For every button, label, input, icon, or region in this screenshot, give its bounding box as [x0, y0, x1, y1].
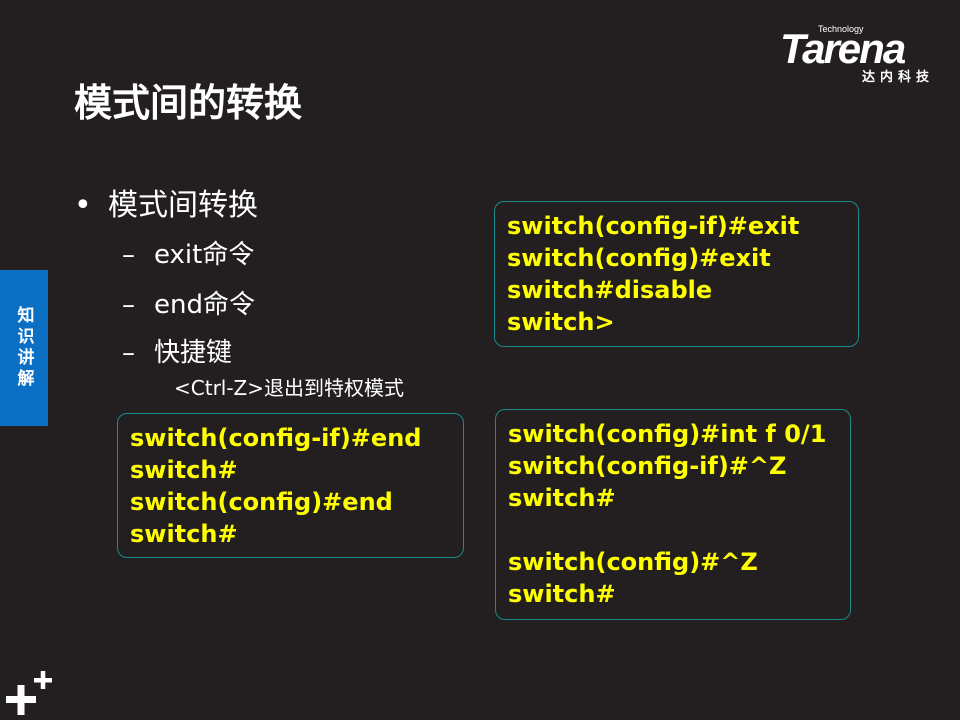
bullet-exit: – exit命令: [122, 234, 254, 271]
bullet-shortcut: – 快捷键: [122, 332, 232, 369]
command-line: switch(config)#int f 0/1: [508, 420, 827, 448]
logo-chinese-text: 达内科技: [862, 70, 935, 85]
command-line: switch(config-if)#end: [130, 424, 422, 452]
end-command-box: switch(config-if)#end switch# switch(con…: [117, 413, 464, 558]
tarena-logo: Technology Tarena 达内科技: [780, 24, 946, 85]
command-line: switch#: [130, 520, 238, 548]
command-line: switch#disable: [507, 276, 713, 304]
slide-title: 模式间的转换: [74, 81, 303, 125]
command-line: switch#: [130, 456, 238, 484]
command-line: switch#: [508, 484, 616, 512]
command-line: switch(config-if)#exit: [507, 212, 800, 240]
bullet-dash: –: [122, 240, 135, 270]
bullet-dot-icon: •: [74, 188, 92, 223]
command-line: switch(config)#^Z: [508, 548, 758, 576]
ctrlz-command-box: switch(config)#int f 0/1 switch(config-i…: [495, 409, 851, 620]
bullet-end-text: end命令: [154, 290, 255, 320]
command-line: [508, 514, 838, 546]
exit-command-box: switch(config-if)#exit switch(config)#ex…: [494, 201, 859, 347]
bullet-main: • 模式间转换: [74, 180, 258, 224]
bullet-dash: –: [122, 290, 135, 320]
bullet-exit-text: exit命令: [154, 240, 255, 270]
command-line: switch(config-if)#^Z: [508, 452, 787, 480]
logo-wordmark: Tarena: [780, 25, 906, 72]
command-line: switch(config)#end: [130, 488, 393, 516]
command-line: switch>: [507, 308, 615, 336]
bullet-ctrlz-note: <Ctrl-Z>退出到特权模式: [174, 376, 405, 400]
knowledge-tab: 知识讲解: [0, 270, 48, 426]
knowledge-tab-label: 知识讲解: [13, 306, 34, 390]
bullet-dash: –: [122, 338, 135, 368]
bullet-end: – end命令: [122, 284, 255, 321]
command-line: switch#: [508, 580, 616, 608]
bullet-shortcut-text: 快捷键: [154, 338, 233, 368]
plus-logo-icon: [6, 671, 52, 715]
bullet-main-text: 模式间转换: [108, 188, 258, 223]
command-line: switch(config)#exit: [507, 244, 771, 272]
